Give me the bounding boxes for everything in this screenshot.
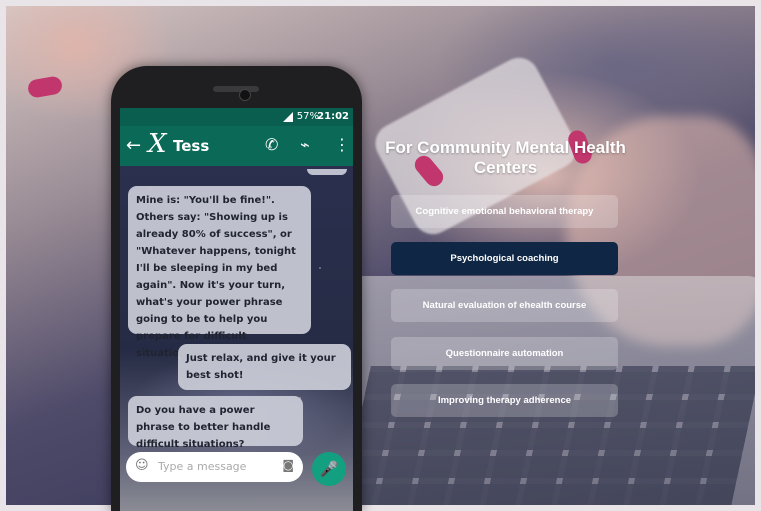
back-arrow-icon[interactable]: ← [126, 135, 141, 156]
nail-decoration [26, 75, 64, 99]
signal-icon [283, 112, 293, 122]
phone-camera [239, 89, 251, 101]
status-bar: 57% 21:02 [120, 108, 353, 126]
message-input[interactable]: Type a message [158, 460, 246, 473]
option-cognitive-therapy[interactable]: Cognitive emotional behavioral therapy [391, 195, 618, 228]
previous-message-edge [307, 169, 347, 175]
message-bubble-incoming: Mine is: "You'll be fine!". Others say: … [128, 186, 311, 359]
option-therapy-adherence[interactable]: Improving therapy adherence [391, 384, 618, 417]
option-psychological-coaching[interactable]: Psychological coaching [391, 242, 618, 275]
camera-icon[interactable]: ◙ [282, 458, 294, 472]
clock: 21:02 [317, 111, 349, 122]
contact-name[interactable]: Tess [173, 137, 209, 155]
menu-dots-icon[interactable]: ⋮ [334, 135, 350, 154]
option-questionnaire-automation[interactable]: Questionnaire automation [391, 337, 618, 370]
message-bubble-outgoing: Just relax, and give it your best shot! [178, 344, 351, 390]
mic-button[interactable]: 🎤 [312, 452, 346, 486]
page: 57% 21:02 ← X Tess ✆ ⌁ ⋮ Mine is: "You'l… [0, 0, 761, 511]
microphone-icon: 🎤 [319, 460, 339, 478]
emoji-icon[interactable]: ☺ [135, 458, 149, 473]
message-bubble-incoming: Do you have a power phrase to better han… [128, 396, 303, 450]
chat-screen: 57% 21:02 ← X Tess ✆ ⌁ ⋮ Mine is: "You'l… [120, 108, 353, 511]
phone-speaker [213, 86, 259, 92]
phone-mockup: 57% 21:02 ← X Tess ✆ ⌁ ⋮ Mine is: "You'l… [111, 66, 362, 511]
app-logo: X [148, 129, 167, 159]
option-ehealth-evaluation[interactable]: Natural evaluation of ehealth course [391, 289, 618, 322]
phone-call-icon[interactable]: ✆ [265, 135, 278, 154]
chat-header: ← X Tess ✆ ⌁ ⋮ [120, 126, 353, 166]
battery-level: 57% [296, 111, 319, 122]
attach-icon[interactable]: ⌁ [300, 135, 310, 154]
message-composer[interactable]: ☺ Type a message ◙ [126, 452, 303, 482]
panel-title: For Community Mental Health Centers [385, 138, 626, 177]
